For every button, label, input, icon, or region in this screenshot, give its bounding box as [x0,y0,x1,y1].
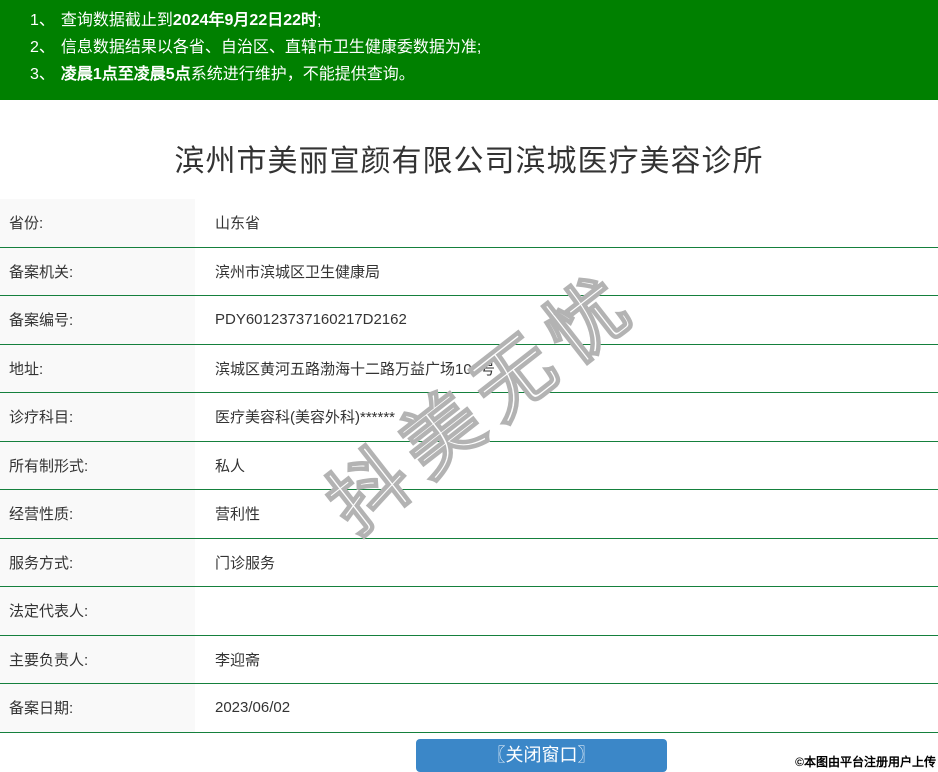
row-label: 所有制形式: [0,441,195,489]
row-label: 诊疗科目: [0,393,195,441]
table-row-filing-number: 备案编号: PDY60123737160217D2162 [0,296,938,345]
notice-number: 2、 [30,39,55,56]
row-value: 滨城区黄河五路渤海十二路万益广场109号 [195,344,938,392]
table-row-province: 省份: 山东省 [0,199,938,248]
table-row-filing-date: 备案日期: 2023/06/02 [0,684,938,733]
page-title: 滨州市美丽宣颜有限公司滨城医疗美容诊所 [174,145,764,178]
notice-number: 1、 [30,12,55,29]
row-label: 备案机关: [0,247,195,295]
notice-header: 1、 查询数据截止到2024年9月22日22时; 2、 信息数据结果以各省、自治区、… [0,0,938,100]
table-row-address: 地址: 滨城区黄河五路渤海十二路万益广场109号 [0,344,938,393]
table-row-operation-nature: 经营性质: 营利性 [0,490,938,539]
notice-text: 系统进行维护，不能提供查询。 [190,66,415,83]
row-label: 经营性质: [0,490,195,538]
table-row-principal: 主要负责人: 李迎斋 [0,635,938,684]
row-value: 山东省 [195,199,938,247]
notice-text: 信息数据结果以各省、自治区、直辖市卫生健康委数据为准; [60,39,482,56]
notice-text: ; [317,12,322,29]
notice-text: 查询数据截止到 [60,12,173,29]
close-window-button[interactable]: 〖关闭窗口〗 [416,739,667,772]
notice-text-bold: 凌晨1点至凌晨5点 [60,66,191,83]
row-value [195,587,938,635]
row-label: 法定代表人: [0,587,195,635]
notice-text-bold: 2024年9月22日22时 [172,12,318,29]
notice-line-1: 1、 查询数据截止到2024年9月22日22时; [30,7,938,34]
footer-credit: ©本图由平台注册用户上传 [795,755,936,769]
table-row-legal-representative: 法定代表人: [0,587,938,636]
row-label: 备案编号: [0,296,195,344]
row-value: 私人 [195,441,938,489]
row-label: 主要负责人: [0,635,195,683]
row-label: 省份: [0,199,195,247]
detail-table: 省份: 山东省 备案机关: 滨州市滨城区卫生健康局 备案编号: PDY60123… [0,199,938,733]
row-label: 备案日期: [0,684,195,732]
row-value: PDY60123737160217D2162 [195,296,938,344]
table-row-treatment-subjects: 诊疗科目: 医疗美容科(美容外科)****** [0,393,938,442]
table-row-ownership-form: 所有制形式: 私人 [0,441,938,490]
row-value: 李迎斋 [195,635,938,683]
table-row-service-mode: 服务方式: 门诊服务 [0,538,938,587]
row-label: 地址: [0,344,195,392]
row-value: 营利性 [195,490,938,538]
row-value: 医疗美容科(美容外科)****** [195,393,938,441]
row-value: 门诊服务 [195,538,938,586]
row-value: 2023/06/02 [195,684,938,732]
notice-number: 3、 [30,66,55,83]
notice-line-2: 2、 信息数据结果以各省、自治区、直辖市卫生健康委数据为准; [30,34,938,61]
row-value: 滨州市滨城区卫生健康局 [195,247,938,295]
row-label: 服务方式: [0,538,195,586]
table-row-filing-authority: 备案机关: 滨州市滨城区卫生健康局 [0,247,938,296]
notice-line-3: 3、 凌晨1点至凌晨5点系统进行维护，不能提供查询。 [30,61,938,88]
